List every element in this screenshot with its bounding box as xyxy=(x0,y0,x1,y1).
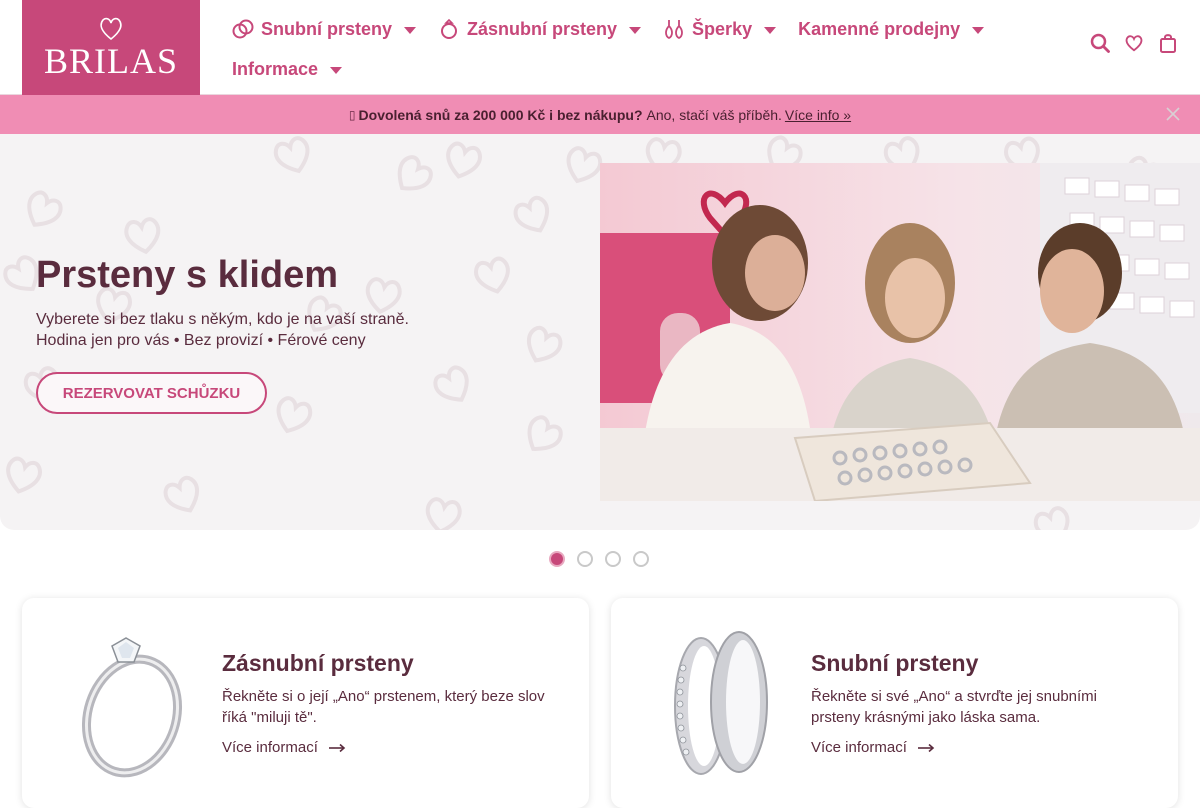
main-navigation: Snubní prsteny Zásnubní prsteny Šperky K… xyxy=(232,12,992,92)
earrings-icon xyxy=(665,20,683,40)
brilas-logo[interactable]: BRILAS xyxy=(22,0,200,95)
bag-icon[interactable] xyxy=(1158,32,1178,54)
promo-more-info-link[interactable]: Více info » xyxy=(785,107,851,123)
wedding-rings-image xyxy=(674,631,768,775)
nav-zasnubni-prsteny[interactable]: Zásnubní prsteny xyxy=(438,18,642,40)
search-icon[interactable] xyxy=(1090,32,1110,54)
nav-label: Šperky xyxy=(692,18,753,39)
category-card-engagement[interactable]: Zásnubní prsteny Řekněte si o její „Ano“… xyxy=(22,598,589,808)
caret-down-icon xyxy=(972,26,985,34)
background-heart-outline xyxy=(397,155,433,191)
card-description: Řekněte si své „Ano“ a stvrďte jej snubn… xyxy=(811,688,1098,726)
arrow-right-icon xyxy=(328,743,346,752)
site-header: BRILAS Snubní prsteny Zásnubní prsteny Š… xyxy=(0,0,1200,95)
promo-bold-text: Dovolená snů za 200 000 Kč i bez nákupu? xyxy=(358,106,643,123)
promo-bar: ▯ Dovolená snů za 200 000 Kč i bez nákup… xyxy=(0,95,1200,134)
caret-down-icon xyxy=(330,66,343,74)
background-heart-outline xyxy=(273,136,310,174)
engagement-ring-image xyxy=(81,637,183,778)
background-heart-outline xyxy=(6,456,42,494)
promo-text: Ano, stačí váš příběh. xyxy=(646,106,782,123)
nav-label: Zásnubní prsteny xyxy=(467,18,618,39)
background-heart-outline xyxy=(513,195,550,233)
background-heart-outline xyxy=(276,396,313,434)
slide-dot-3[interactable] xyxy=(605,551,621,567)
header-tools xyxy=(1090,32,1178,54)
hero-subtitle-line: Vyberete si bez tlaku s někým, kdo je na… xyxy=(36,311,409,328)
hero-subtitle-line: Hodina jen pro vás • Bez provizí • Férov… xyxy=(36,332,366,349)
hero-photo-couple-choosing-rings xyxy=(600,163,1200,501)
background-heart-outline xyxy=(425,497,462,530)
background-heart-outline xyxy=(27,190,63,227)
card-title: Snubní prsteny xyxy=(811,650,979,676)
slide-dot-1[interactable] xyxy=(549,551,565,567)
card-description: Řekněte si o její „Ano“ prstenem, který … xyxy=(222,688,545,726)
nav-label: Informace xyxy=(232,58,319,79)
background-heart-outline xyxy=(1033,506,1070,530)
nav-label: Snubní prsteny xyxy=(261,18,393,39)
gift-icon: ▯ xyxy=(348,107,356,122)
arrow-right-icon xyxy=(917,743,935,752)
category-card-wedding[interactable]: Snubní prsteny Řekněte si své „Ano“ a st… xyxy=(611,598,1178,808)
caret-down-icon xyxy=(629,26,642,34)
card-more-info-link[interactable]: Více informací xyxy=(222,739,346,756)
slider-pagination xyxy=(549,551,649,567)
background-heart-outline xyxy=(474,256,510,294)
slide-dot-2[interactable] xyxy=(577,551,593,567)
logo-text: BRILAS xyxy=(43,40,179,81)
card-link-label: Více informací xyxy=(811,739,907,756)
hero-subtitle: Vyberete si bez tlaku s někým, kdo je na… xyxy=(36,309,409,351)
background-heart-outline xyxy=(526,325,563,363)
card-link-label: Více informací xyxy=(222,739,318,756)
card-title: Zásnubní prsteny xyxy=(222,650,414,676)
caret-down-icon xyxy=(764,26,777,34)
heart-icon[interactable] xyxy=(1124,32,1144,54)
caret-down-icon xyxy=(404,26,417,34)
close-icon[interactable] xyxy=(1164,105,1182,123)
book-appointment-button[interactable]: REZERVOVAT SCHŮZKU xyxy=(36,372,267,414)
nav-sperky[interactable]: Šperky xyxy=(663,18,777,40)
background-heart-outline xyxy=(433,365,469,402)
hero-title: Prsteny s klidem xyxy=(36,254,339,296)
nav-kamenne-prodejny[interactable]: Kamenné prodejny xyxy=(798,18,985,40)
logo-hearts-icon xyxy=(100,17,122,40)
nav-informace[interactable]: Informace xyxy=(232,58,343,80)
nav-snubni-prsteny[interactable]: Snubní prsteny xyxy=(232,18,417,40)
background-heart-outline xyxy=(446,141,482,179)
nav-label: Kamenné prodejny xyxy=(798,18,961,39)
background-heart-outline xyxy=(527,415,563,451)
slide-dot-4[interactable] xyxy=(633,551,649,567)
rings-icon xyxy=(232,19,254,39)
hero-banner: Prsteny s klidem Vyberete si bez tlaku s… xyxy=(0,134,1200,530)
background-heart-outline xyxy=(163,475,200,513)
engagement-ring-icon xyxy=(441,18,458,39)
card-more-info-link[interactable]: Více informací xyxy=(811,739,935,756)
background-heart-outline xyxy=(124,217,161,255)
